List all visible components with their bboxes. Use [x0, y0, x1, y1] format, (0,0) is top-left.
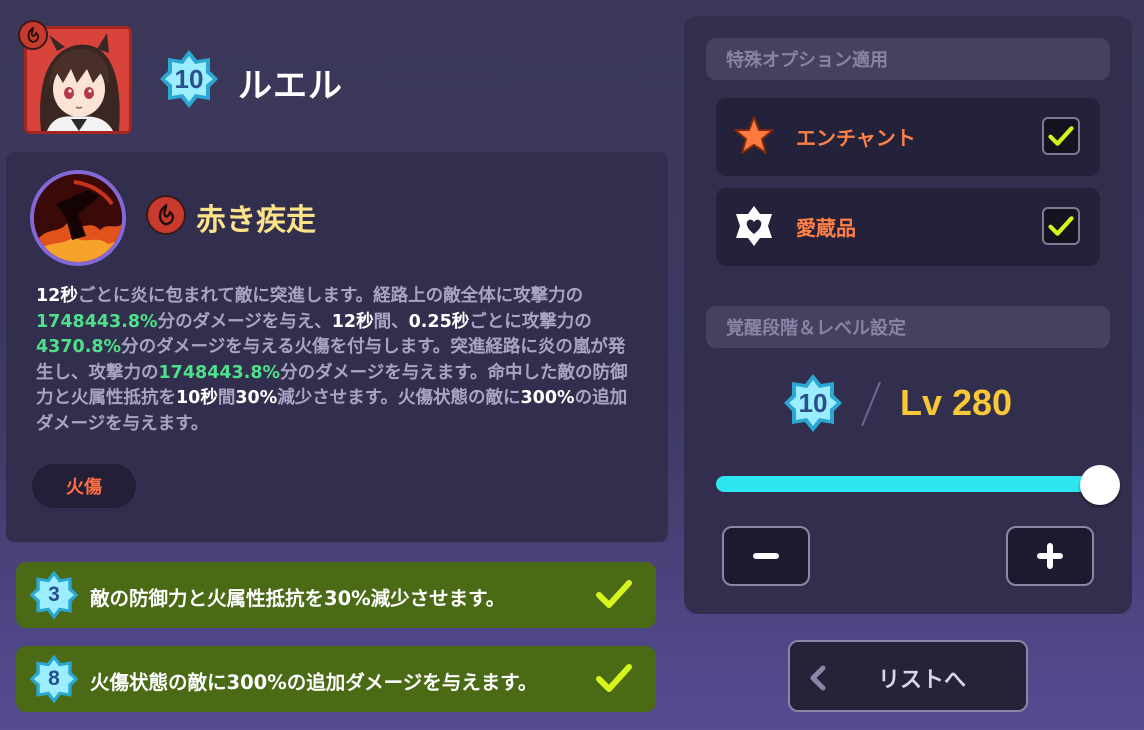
description-segment: 12秒 — [331, 311, 374, 332]
option-treasure[interactable]: 愛蔵品 — [716, 188, 1100, 266]
description-segment: 300% — [520, 388, 575, 408]
effect-text: 火傷状態の敵に300%の追加ダメージを与えます。 — [90, 671, 538, 694]
description-segment: ごとに炎に包まれて敵に突進します。経路上の敵全体に攻撃力の — [77, 286, 584, 306]
decrease-level-button[interactable] — [722, 526, 810, 586]
level-label: Lv 280 — [900, 382, 1013, 423]
description-segment: 1748443.8% — [158, 362, 281, 383]
level-slider-thumb[interactable] — [1080, 465, 1120, 505]
check-icon — [1048, 126, 1074, 146]
heart-badge-icon — [736, 206, 772, 246]
character-name: ルエル — [238, 66, 343, 106]
status-tag-burn: 火傷 — [32, 464, 136, 508]
enchant-star-icon — [734, 116, 774, 154]
option-enchant[interactable]: エンチャント — [716, 98, 1100, 176]
description-segment: 間 — [217, 388, 236, 408]
description-segment: 4370.8% — [36, 337, 122, 357]
skill-icon — [30, 170, 126, 266]
back-to-list-button[interactable]: リストへ — [788, 640, 1028, 712]
check-icon — [596, 580, 632, 608]
minus-icon — [753, 553, 779, 559]
plus-icon — [1037, 543, 1063, 569]
special-options-header: 特殊オプション適用 — [706, 38, 1110, 80]
description-segment: 間、 — [373, 311, 409, 332]
stage-star-icon: 3 — [28, 569, 80, 621]
skill-fire-element-icon — [146, 195, 186, 235]
effect-text: 敵の防御力と火属性抵抗を30%減少させます。 — [90, 587, 506, 610]
description-segment: 30% — [235, 388, 278, 408]
level-slider[interactable] — [716, 476, 1100, 492]
chevron-left-icon — [810, 665, 826, 691]
awakening-stage-number: 10 — [174, 63, 204, 94]
check-icon — [596, 664, 632, 692]
awakening-stage-number: 10 — [798, 387, 828, 418]
increase-level-button[interactable] — [1006, 526, 1094, 586]
treasure-checkbox[interactable] — [1042, 207, 1080, 245]
back-to-list-label: リストへ — [878, 668, 967, 693]
stage-number: 3 — [48, 583, 60, 606]
level-settings-header: 覚醒段階＆レベル設定 — [706, 306, 1110, 348]
description-segment: 12秒 — [36, 286, 78, 306]
divider-slash — [861, 381, 881, 427]
awakening-star-icon: 10 — [158, 48, 220, 110]
option-label: 愛蔵品 — [796, 216, 856, 240]
description-segment: 10秒 — [176, 388, 218, 408]
fire-element-icon — [18, 20, 48, 50]
description-segment: 減少させます。火傷状態の敵に — [277, 388, 521, 408]
skill-description: 12秒ごとに炎に包まれて敵に突進します。経路上の敵全体に攻撃力の1748443.… — [36, 284, 642, 437]
awakening-star-icon[interactable]: 10 — [782, 372, 844, 434]
stage-star-icon: 8 — [28, 653, 80, 705]
effect-row: 8 火傷状態の敵に300%の追加ダメージを与えます。 — [16, 646, 656, 712]
stage-number: 8 — [48, 667, 60, 690]
description-segment: ごとに攻撃力の — [469, 311, 592, 332]
description-segment: 分のダメージを与え、 — [157, 311, 332, 332]
option-label: エンチャント — [796, 126, 916, 150]
effect-row: 3 敵の防御力と火属性抵抗を30%減少させます。 — [16, 562, 656, 628]
check-icon — [1048, 216, 1074, 236]
enchant-checkbox[interactable] — [1042, 117, 1080, 155]
skill-name: 赤き疾走 — [196, 203, 316, 238]
description-segment: 1748443.8% — [36, 311, 158, 332]
description-segment: 0.25秒 — [408, 311, 470, 332]
